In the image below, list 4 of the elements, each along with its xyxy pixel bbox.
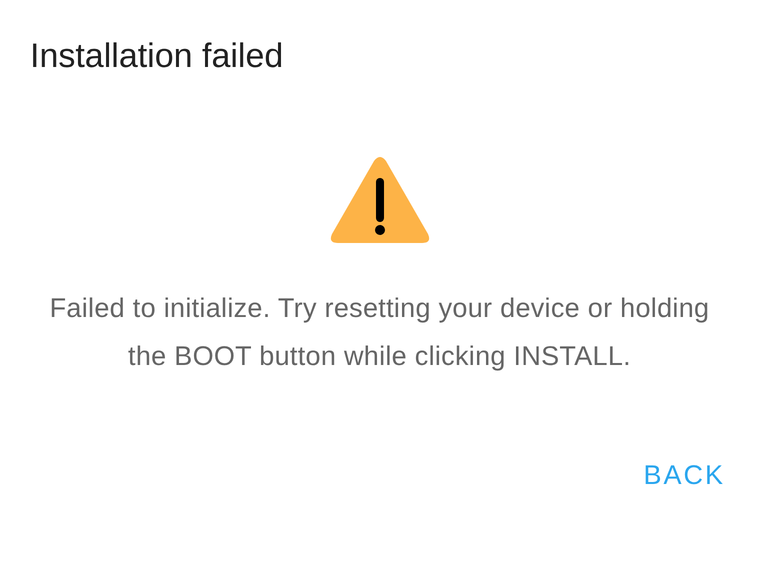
error-message: Failed to initialize. Try resetting your device or holding the BOOT button while clicking INSTALL. [48, 292, 710, 373]
warning-icon [330, 156, 430, 244]
back-button[interactable]: BACK [641, 456, 727, 495]
dialog-title: Installation failed [30, 36, 284, 77]
